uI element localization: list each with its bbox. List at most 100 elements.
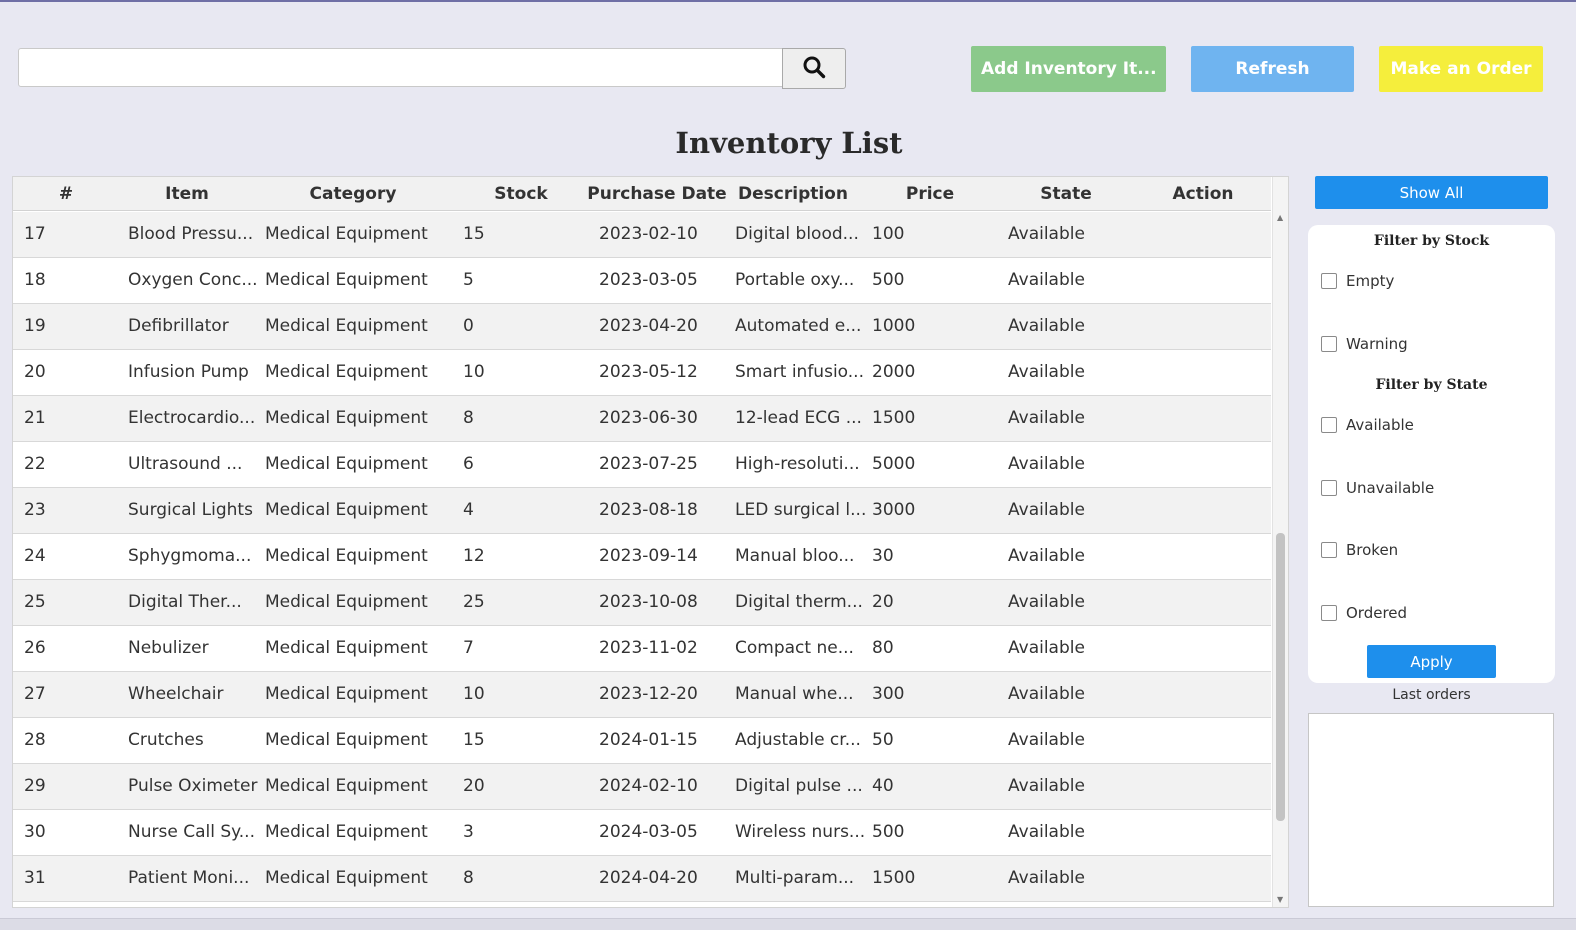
cell-action[interactable]	[1143, 304, 1267, 349]
cell-price: 80	[872, 638, 894, 658]
checkbox-empty[interactable]	[1321, 273, 1337, 289]
cell-price: 500	[872, 270, 905, 290]
search-input[interactable]	[18, 48, 784, 87]
table-row[interactable]: 24 Sphygmoma... Medical Equipment 12 2023-09…	[13, 534, 1271, 580]
cell-number: 28	[24, 730, 46, 750]
cell-action[interactable]	[1143, 718, 1267, 763]
cell-price: 3000	[872, 500, 916, 520]
checkbox-warning[interactable]	[1321, 336, 1337, 352]
cell-purchase-date: 2024-01-15	[599, 730, 698, 750]
last-orders-list[interactable]	[1308, 713, 1554, 907]
header-col-action[interactable]: Action	[1133, 177, 1273, 211]
refresh-button[interactable]: Refresh	[1191, 46, 1354, 92]
cell-state: Available	[1008, 868, 1085, 888]
filter-label-empty: Empty	[1346, 272, 1395, 290]
cell-state: Available	[1008, 224, 1085, 244]
cell-item: Surgical Lights	[128, 500, 253, 520]
cell-action[interactable]	[1143, 580, 1267, 625]
cell-description: Wireless nurs...	[735, 822, 866, 842]
cell-item: Pulse Oximeter	[128, 776, 258, 796]
filter-option-broken[interactable]: Broken	[1321, 540, 1398, 560]
table-row[interactable]: 20 Infusion Pump Medical Equipment 10 2023-0…	[13, 350, 1271, 396]
header-col-state[interactable]: State	[996, 177, 1136, 211]
show-all-button[interactable]: Show All	[1315, 176, 1548, 209]
header-col-item[interactable]: Item	[117, 177, 257, 211]
cell-number: 19	[24, 316, 46, 336]
checkbox-unavailable[interactable]	[1321, 480, 1337, 496]
cell-action[interactable]	[1143, 534, 1267, 579]
cell-price: 1500	[872, 868, 916, 888]
cell-description: Digital blood...	[735, 224, 859, 244]
filter-label-ordered: Ordered	[1346, 604, 1408, 622]
scroll-up-icon[interactable]: ▲	[1277, 213, 1283, 223]
checkbox-available[interactable]	[1321, 417, 1337, 433]
search-icon	[802, 55, 826, 83]
cell-action[interactable]	[1143, 488, 1267, 533]
filter-option-empty[interactable]: Empty	[1321, 271, 1394, 291]
cell-stock: 3	[463, 822, 474, 842]
cell-action[interactable]	[1143, 396, 1267, 441]
cell-action[interactable]	[1143, 810, 1267, 855]
cell-item: Electrocardio...	[128, 408, 256, 428]
filter-option-unavailable[interactable]: Unavailable	[1321, 478, 1434, 498]
apply-button[interactable]: Apply	[1367, 645, 1496, 678]
scrollbar-thumb[interactable]	[1276, 533, 1285, 821]
table-row[interactable]: 31 Patient Moni... Medical Equipment 8 2024-…	[13, 856, 1271, 902]
cell-state: Available	[1008, 270, 1085, 290]
cell-action[interactable]	[1143, 258, 1267, 303]
header-col-description[interactable]: Description	[723, 177, 863, 211]
table-row[interactable]: 25 Digital Ther... Medical Equipment 25 2023…	[13, 580, 1271, 626]
filter-option-ordered[interactable]: Ordered	[1321, 603, 1407, 623]
cell-purchase-date: 2023-04-20	[599, 316, 698, 336]
table-row[interactable]: 29 Pulse Oximeter Medical Equipment 20 2024-…	[13, 764, 1271, 810]
table-row[interactable]: 19 Defibrillator Medical Equipment 0 2023-04…	[13, 304, 1271, 350]
cell-action[interactable]	[1143, 442, 1267, 487]
cell-item: Defibrillator	[128, 316, 229, 336]
last-orders-label: Last orders	[1392, 687, 1471, 703]
table-row[interactable]: 30 Nurse Call Sy... Medical Equipment 3 2024…	[13, 810, 1271, 856]
table-row[interactable]: 18 Oxygen Conc... Medical Equipment 5 2023-0…	[13, 258, 1271, 304]
cell-purchase-date: 2024-03-05	[599, 822, 698, 842]
header-col-category[interactable]: Category	[283, 177, 423, 211]
table-row[interactable]: 23 Surgical Lights Medical Equipment 4 2023-…	[13, 488, 1271, 534]
cell-category: Medical Equipment	[265, 408, 428, 428]
cell-stock: 7	[463, 638, 474, 658]
cell-action[interactable]	[1143, 626, 1267, 671]
cell-category: Medical Equipment	[265, 684, 428, 704]
scroll-down-icon[interactable]: ▼	[1277, 895, 1283, 905]
checkbox-broken[interactable]	[1321, 542, 1337, 558]
filter-option-warning[interactable]: Warning	[1321, 334, 1408, 354]
header-col-purchase-date[interactable]: Purchase Date	[587, 177, 727, 211]
table-row[interactable]: 17 Blood Pressu... Medical Equipment 15 2023…	[13, 212, 1271, 258]
cell-category: Medical Equipment	[265, 362, 428, 382]
table-row[interactable]: 28 Crutches Medical Equipment 15 2024-01-15 A…	[13, 718, 1271, 764]
cell-number: 29	[24, 776, 46, 796]
cell-price: 50	[872, 730, 894, 750]
table-row[interactable]: 26 Nebulizer Medical Equipment 7 2023-11-02 C…	[13, 626, 1271, 672]
cell-number: 18	[24, 270, 46, 290]
cell-action[interactable]	[1143, 672, 1267, 717]
cell-action[interactable]	[1143, 212, 1267, 257]
window-bottom-edge	[0, 918, 1576, 930]
filter-option-available[interactable]: Available	[1321, 415, 1414, 435]
table-row[interactable]: 21 Electrocardio... Medical Equipment 8 2023…	[13, 396, 1271, 442]
cell-state: Available	[1008, 454, 1085, 474]
cell-category: Medical Equipment	[265, 224, 428, 244]
header-col-price[interactable]: Price	[860, 177, 1000, 211]
table-row[interactable]: 22 Ultrasound ... Medical Equipment 6 2023-0…	[13, 442, 1271, 488]
checkbox-ordered[interactable]	[1321, 605, 1337, 621]
cell-number: 17	[24, 224, 46, 244]
table-scrollbar[interactable]: ▲ ▼	[1272, 177, 1288, 907]
cell-description: Digital pulse ...	[735, 776, 863, 796]
add-inventory-item-button[interactable]: Add Inventory It...	[971, 46, 1166, 92]
cell-stock: 20	[463, 776, 485, 796]
cell-description: Manual whe...	[735, 684, 854, 704]
header-col-stock[interactable]: Stock	[451, 177, 591, 211]
cell-description: 12-lead ECG ...	[735, 408, 862, 428]
cell-action[interactable]	[1143, 350, 1267, 395]
search-button[interactable]	[782, 48, 846, 89]
make-order-button[interactable]: Make an Order	[1379, 46, 1543, 92]
cell-action[interactable]	[1143, 856, 1267, 901]
cell-action[interactable]	[1143, 764, 1267, 809]
table-row[interactable]: 27 Wheelchair Medical Equipment 10 2023-12-2…	[13, 672, 1271, 718]
